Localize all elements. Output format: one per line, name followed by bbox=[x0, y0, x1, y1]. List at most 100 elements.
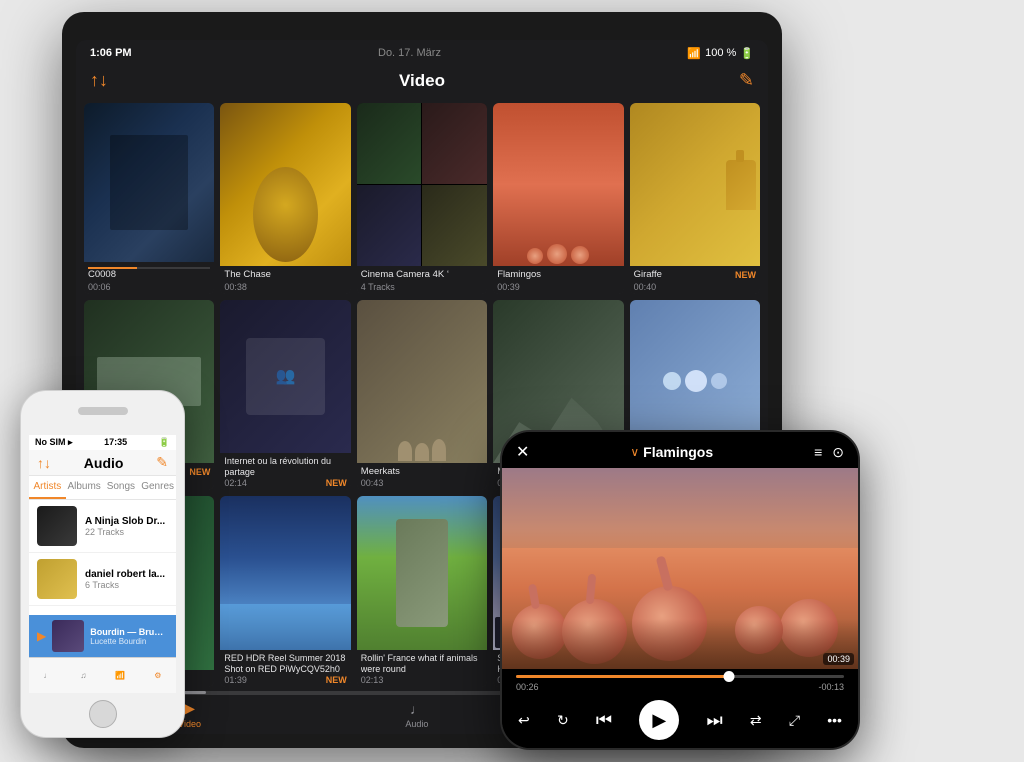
battery-icon: 🔋 bbox=[740, 47, 754, 60]
skip-forward-icon[interactable]: ⏭ bbox=[706, 710, 722, 731]
video-title-giraffe: Giraffe bbox=[634, 269, 662, 281]
iphone-old-tab-songs[interactable]: Songs bbox=[103, 476, 140, 499]
video-duration-badge: 00:39 bbox=[823, 653, 854, 665]
iphone-old-battery: 🔋 bbox=[159, 437, 170, 448]
airplay2-icon[interactable]: ↻ bbox=[557, 712, 569, 729]
video-title-redhdr: RED HDR Reel Summer 2018 Shot on RED PiW… bbox=[224, 653, 346, 675]
iphone-old-nav-title: Audio bbox=[84, 455, 124, 471]
video-thumb-internet: 👥 bbox=[220, 300, 350, 454]
wifi-icon: 📶 bbox=[687, 47, 701, 60]
iphone-old-now-playing[interactable]: ▶ Bourdin — Brushstrokes Echo Lucette Bo… bbox=[29, 615, 176, 657]
flamingo-scene: 00:39 bbox=[502, 468, 858, 669]
video-new-img1467: NEW bbox=[189, 467, 210, 477]
iphone-new-device: ✕ ∨ Flamingos ≡ ⊙ bbox=[500, 430, 860, 750]
video-item-rollin[interactable]: Rollin' France what if animals were roun… bbox=[357, 496, 487, 687]
ipad-status-right: 📶 100 % 🔋 bbox=[687, 47, 754, 60]
iphone-old-device: No SIM ▸ 17:35 🔋 ↑↓ Audio ✎ Artists Albu… bbox=[20, 390, 185, 738]
video-info-c0008: C0008 00:06 bbox=[84, 262, 214, 293]
iphone-old-screen: No SIM ▸ 17:35 🔋 ↑↓ Audio ✎ Artists Albu… bbox=[29, 435, 176, 693]
iphone-old-status-bar: No SIM ▸ 17:35 🔋 bbox=[29, 435, 176, 450]
shuffle-icon[interactable]: ⇄ bbox=[750, 712, 762, 729]
sort-icon[interactable]: ↑↓ bbox=[90, 70, 120, 91]
ipad-status-bar: 1:06 PM Do. 17. März 📶 100 % 🔋 bbox=[76, 40, 768, 66]
video-title-internet: Internet ou la révolution du partage bbox=[224, 456, 346, 478]
iphone-old-artist-list: A Ninja Slob Dr... 22 Tracks daniel robe… bbox=[29, 500, 176, 615]
video-title-rollin: Rollin' France what if animals were roun… bbox=[361, 653, 483, 675]
edit-icon[interactable]: ✎ bbox=[724, 70, 754, 91]
video-item-giraffe[interactable]: Giraffe NEW 00:40 bbox=[630, 103, 760, 294]
audio-icon: ♫ bbox=[80, 671, 86, 680]
iphone-new-video-area: 00:39 bbox=[502, 468, 858, 669]
video-thumb-chase bbox=[220, 103, 350, 266]
iphone-new-top-left: ✕ bbox=[516, 442, 529, 462]
ipad-date: Do. 17. März bbox=[378, 47, 441, 59]
video-item-c0008[interactable]: C0008 00:06 bbox=[84, 103, 214, 294]
iphone-old-sort-icon[interactable]: ↑↓ bbox=[37, 455, 51, 471]
video-duration-c0008: 00:06 bbox=[88, 282, 111, 292]
fullscreen-icon[interactable]: ⤢ bbox=[789, 712, 800, 729]
video-item-redhdr[interactable]: RED HDR Reel Summer 2018 Shot on RED PiW… bbox=[220, 496, 350, 687]
video-title-meerkats: Meerkats bbox=[361, 466, 483, 478]
iphone-old-edit-icon[interactable]: ✎ bbox=[156, 454, 168, 471]
iphone-old-time: 17:35 bbox=[104, 437, 127, 448]
iphone-old-nav: ↑↓ Audio ✎ bbox=[29, 450, 176, 476]
video-item-flamingo[interactable]: Flamingos 00:39 bbox=[493, 103, 623, 294]
video-item-meerkats[interactable]: Meerkats 00:43 bbox=[357, 300, 487, 491]
video-tab-icon: ▶ bbox=[184, 700, 195, 717]
video-new-redhdr: NEW bbox=[326, 675, 347, 685]
video-thumb-cinema bbox=[357, 103, 487, 266]
iphone-old-artist-tracks-1: 22 Tracks bbox=[85, 527, 168, 537]
video-duration-flamingo: 00:39 bbox=[497, 282, 520, 292]
play-pause-button[interactable]: ▶ bbox=[639, 700, 679, 740]
iphone-old-tab-artists[interactable]: Artists bbox=[29, 476, 66, 499]
iphone-old-bottom-tab-music[interactable]: ♩ bbox=[43, 671, 51, 680]
video-info-chase: The Chase 00:38 bbox=[220, 266, 350, 293]
video-duration-giraffe: 00:40 bbox=[634, 282, 657, 292]
video-item-internet[interactable]: 👥 Internet ou la révolution du partage 0… bbox=[220, 300, 350, 491]
ipad-tab-audio[interactable]: ♩ Audio bbox=[405, 701, 428, 729]
iphone-new-top-right: ≡ ⊙ bbox=[814, 444, 844, 461]
iphone-old-bottom-tab-settings[interactable]: ⚙ bbox=[154, 671, 161, 680]
iphone-new-settings-icon[interactable]: ≡ bbox=[814, 444, 822, 460]
video-info-flamingo: Flamingos 00:39 bbox=[493, 266, 623, 293]
video-title-flamingo: Flamingos bbox=[497, 269, 619, 281]
iphone-old-artist-item-2[interactable]: daniel robert la... 6 Tracks bbox=[29, 553, 176, 606]
video-item-cinema[interactable]: Cinema Camera 4K ʻ 4 Tracks bbox=[357, 103, 487, 294]
iphone-old-tab-albums[interactable]: Albums bbox=[66, 476, 103, 499]
video-item-chase[interactable]: The Chase 00:38 bbox=[220, 103, 350, 294]
iphone-old-bottom-tab-signal[interactable]: 📶 bbox=[115, 671, 125, 680]
now-playing-icon: ▶ bbox=[37, 629, 46, 643]
iphone-new-times: 00:26 -00:13 bbox=[516, 682, 844, 692]
iphone-old-artist-info-1: A Ninja Slob Dr... 22 Tracks bbox=[85, 516, 168, 537]
video-thumb-c0008 bbox=[84, 103, 214, 262]
iphone-new-progress-fill bbox=[516, 675, 729, 678]
audio-tab-icon: ♩ bbox=[410, 701, 424, 717]
skip-back-icon[interactable]: ⏮ bbox=[596, 710, 612, 731]
video-info-cinema: Cinema Camera 4K ʻ 4 Tracks bbox=[357, 266, 487, 293]
iphone-old-bottom-tab-audio[interactable]: ♫ bbox=[80, 671, 86, 680]
iphone-new-chevron-icon: ∨ bbox=[630, 445, 639, 459]
iphone-old-tab-genres[interactable]: Genres bbox=[139, 476, 176, 499]
time-remaining: -00:13 bbox=[818, 682, 844, 692]
video-thumb-flamingo bbox=[493, 103, 623, 266]
signal-icon: 📶 bbox=[115, 671, 125, 680]
iphone-new-playback-controls: ↩ ↻ ⏮ ▶ ⏭ ⇄ ⤢ ••• bbox=[502, 696, 858, 748]
settings-icon: ⚙ bbox=[154, 671, 161, 680]
iphone-old-home-button[interactable] bbox=[89, 700, 117, 728]
video-info-meerkats: Meerkats 00:43 bbox=[357, 463, 487, 490]
time-elapsed: 00:26 bbox=[516, 682, 539, 692]
more-icon[interactable]: ••• bbox=[827, 712, 842, 728]
iphone-old-artist-item-1[interactable]: A Ninja Slob Dr... 22 Tracks bbox=[29, 500, 176, 553]
iphone-new-close-icon[interactable]: ✕ bbox=[516, 442, 529, 462]
video-duration-meerkats: 00:43 bbox=[361, 478, 384, 488]
iphone-old-carrier: No SIM ▸ bbox=[35, 437, 73, 448]
circle-back-icon[interactable]: ↩ bbox=[518, 712, 530, 729]
video-info-redhdr: RED HDR Reel Summer 2018 Shot on RED PiW… bbox=[220, 650, 350, 687]
iphone-new-airplay-icon[interactable]: ⊙ bbox=[832, 444, 844, 461]
video-new-giraffe: NEW bbox=[735, 270, 756, 280]
video-tracks-cinema: 4 Tracks bbox=[361, 282, 395, 292]
iphone-new-progress-track[interactable] bbox=[516, 675, 844, 678]
video-duration-rollin: 02:13 bbox=[361, 675, 384, 685]
iphone-old-np-title: Bourdin — Brushstrokes Echo bbox=[90, 627, 168, 637]
music-icon: ♩ bbox=[43, 671, 51, 680]
